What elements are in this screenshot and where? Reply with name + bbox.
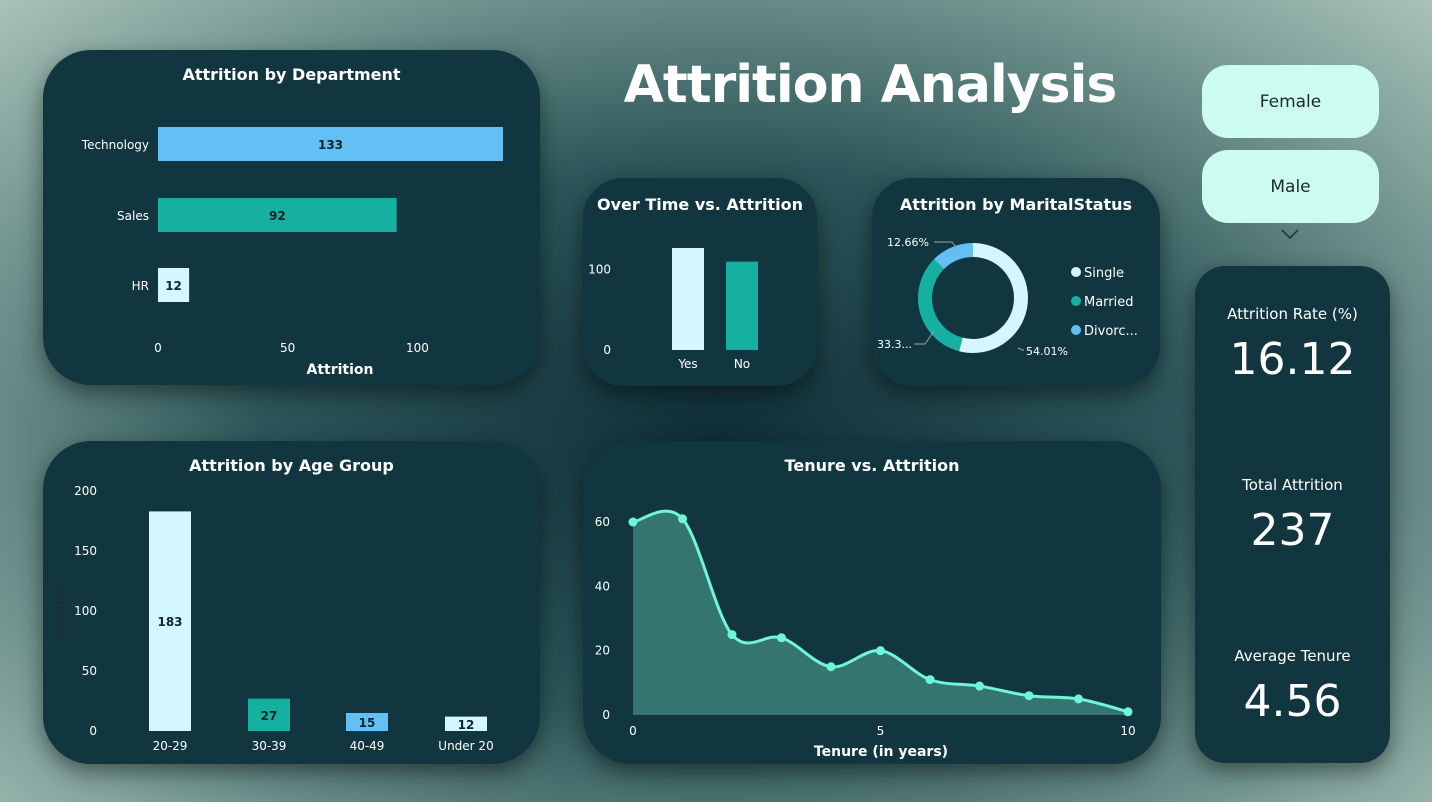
attrition-rate-value: 16.12: [1229, 334, 1356, 385]
data-point: [925, 675, 935, 685]
data-point: [975, 681, 984, 691]
y-axis-label: Attrition: [54, 585, 69, 638]
data-label: 27: [261, 709, 278, 723]
y-tick-label: 0: [602, 708, 610, 722]
x-tick-label: 50: [280, 341, 295, 355]
data-label: 12: [165, 279, 182, 293]
data-point: [1123, 707, 1133, 717]
overtime-card: Over Time vs. Attrition Yes No 0 100: [583, 178, 817, 386]
agegroup-card: Attrition by Age Group 183 20-29 27 30-39 15…: [43, 441, 540, 764]
x-tick-label: 20-29: [153, 739, 188, 753]
chevron-down-icon[interactable]: [1280, 228, 1300, 240]
legend-label: Single: [1084, 266, 1124, 281]
y-tick-label: Sales: [117, 209, 149, 223]
bar: [672, 248, 704, 350]
legend-marker: [1071, 325, 1081, 335]
y-tick-label: 50: [82, 664, 97, 678]
bar: [726, 261, 758, 350]
data-point: [826, 662, 836, 672]
page-title: Attrition Analysis: [623, 55, 1118, 115]
legend-label: Divorc...: [1084, 324, 1138, 339]
x-tick-label: Under 20: [438, 739, 493, 753]
data-point: [876, 646, 885, 656]
male-slicer-button[interactable]: Male: [1202, 150, 1379, 223]
legend-label: Married: [1084, 295, 1134, 310]
x-tick-label: Yes: [677, 357, 697, 371]
data-point: [678, 514, 687, 524]
attrition-rate-label: Attrition Rate (%): [1227, 305, 1358, 323]
y-tick-label: 60: [595, 515, 610, 529]
y-tick-label: 150: [74, 544, 97, 558]
data-point: [727, 630, 737, 640]
x-axis-label: Attrition: [307, 362, 374, 378]
y-tick-label: 20: [595, 644, 610, 658]
tenure-card: Tenure vs. Attrition 60 40 20 0 0 5 10 Tenure (…: [583, 441, 1161, 764]
y-tick-label: 0: [603, 343, 611, 357]
marital-card: Attrition by MaritalStatus 54.01% 33.3...…: [872, 178, 1160, 386]
x-tick-label: 40-49: [350, 739, 385, 753]
kpi-card: Attrition Rate (%) 16.12 Total Attrition…: [1195, 266, 1390, 763]
y-tick-label: 0: [89, 724, 97, 738]
average-tenure-label: Average Tenure: [1234, 647, 1351, 665]
data-label: 12: [458, 718, 475, 732]
y-tick-label: 200: [74, 484, 97, 498]
donut-slices: [918, 243, 1028, 353]
female-slicer-button[interactable]: Female: [1202, 65, 1379, 138]
slice-label: 12.66%: [887, 236, 929, 249]
x-tick-label: 0: [154, 341, 162, 355]
y-tick-label: 100: [588, 263, 611, 277]
y-tick-label: Technology: [81, 138, 149, 152]
average-tenure-value: 4.56: [1243, 676, 1342, 727]
total-attrition-label: Total Attrition: [1242, 476, 1343, 494]
legend-marker: [1071, 296, 1081, 306]
data-point: [1024, 691, 1034, 701]
data-label: 92: [269, 209, 286, 223]
y-tick-label: 40: [595, 579, 610, 593]
department-bar-chart: Technology 133 Sales 92 HR 12 0 50 100 Attrition: [81, 127, 503, 378]
area-fill: [633, 511, 1128, 715]
y-tick-label: 100: [74, 604, 97, 618]
x-axis-label: Tenure (in years): [814, 744, 948, 760]
marital-donut-chart: 54.01% 33.3... 12.66% Single Married Divorc..…: [877, 236, 1138, 358]
data-point: [1074, 694, 1083, 704]
legend-marker: [1071, 267, 1081, 277]
leader-line: [1017, 347, 1024, 351]
data-label: 133: [318, 138, 343, 152]
x-tick-label: No: [734, 357, 750, 371]
agegroup-bar-chart: 183 20-29 27 30-39 15 40-49 12 Under 20 0 50 100 15…: [54, 484, 494, 753]
data-label: 15: [359, 716, 376, 730]
overtime-bar-chart: Yes No 0 100: [588, 248, 758, 371]
y-tick-label: HR: [132, 279, 149, 293]
x-tick-label: 10: [1120, 724, 1135, 738]
x-tick-label: 30-39: [252, 739, 287, 753]
tenure-area-chart: 60 40 20 0 0 5 10 Tenure (in years): [595, 509, 1136, 760]
slice-label: 54.01%: [1026, 345, 1068, 358]
data-point: [777, 633, 786, 643]
data-label: 183: [157, 615, 182, 629]
department-card: Attrition by Department Technology 133 Sal…: [43, 50, 540, 385]
total-attrition-value: 237: [1250, 505, 1335, 556]
x-tick-label: 100: [406, 341, 429, 355]
x-tick-label: 5: [877, 724, 885, 738]
data-point: [628, 517, 638, 527]
slice-label: 33.3...: [877, 338, 912, 351]
x-tick-label: 0: [629, 724, 637, 738]
